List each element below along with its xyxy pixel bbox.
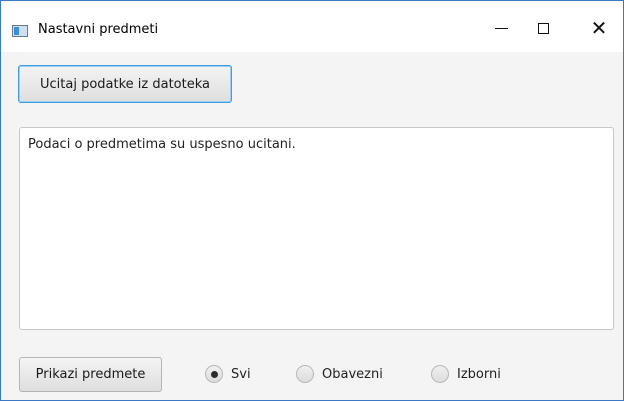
radio-circle[interactable] [205, 365, 223, 383]
window-title: Nastavni predmeti [38, 22, 159, 37]
close-button[interactable]: ✕ [576, 1, 622, 52]
output-text: Podaci o predmetima su uspesno ucitani. [28, 137, 296, 152]
radio-obavezni[interactable]: Obavezni [296, 365, 383, 383]
title-bar[interactable]: Nastavni predmeti ✕ [1, 1, 623, 52]
minimize-icon [494, 28, 508, 29]
app-window: Nastavni predmeti ✕ Ucitaj podatke iz da… [0, 0, 624, 401]
radio-label: Obavezni [322, 366, 383, 382]
radio-izborni[interactable]: Izborni [431, 365, 501, 383]
load-data-button[interactable]: Ucitaj podatke iz datoteka [18, 65, 232, 103]
radio-label: Izborni [457, 366, 501, 382]
output-text-area[interactable]: Podaci o predmetima su uspesno ucitani. [19, 127, 614, 330]
app-icon [12, 25, 28, 37]
maximize-icon [537, 23, 549, 34]
radio-label: Svi [231, 366, 251, 382]
radio-circle[interactable] [296, 365, 314, 383]
radio-selected-dot [210, 370, 218, 378]
maximize-button[interactable] [520, 1, 566, 52]
close-icon: ✕ [590, 16, 608, 40]
radio-svi[interactable]: Svi [205, 365, 251, 383]
minimize-button[interactable] [478, 1, 524, 52]
show-subjects-button[interactable]: Prikazi predmete [19, 357, 162, 392]
radio-circle[interactable] [431, 365, 449, 383]
